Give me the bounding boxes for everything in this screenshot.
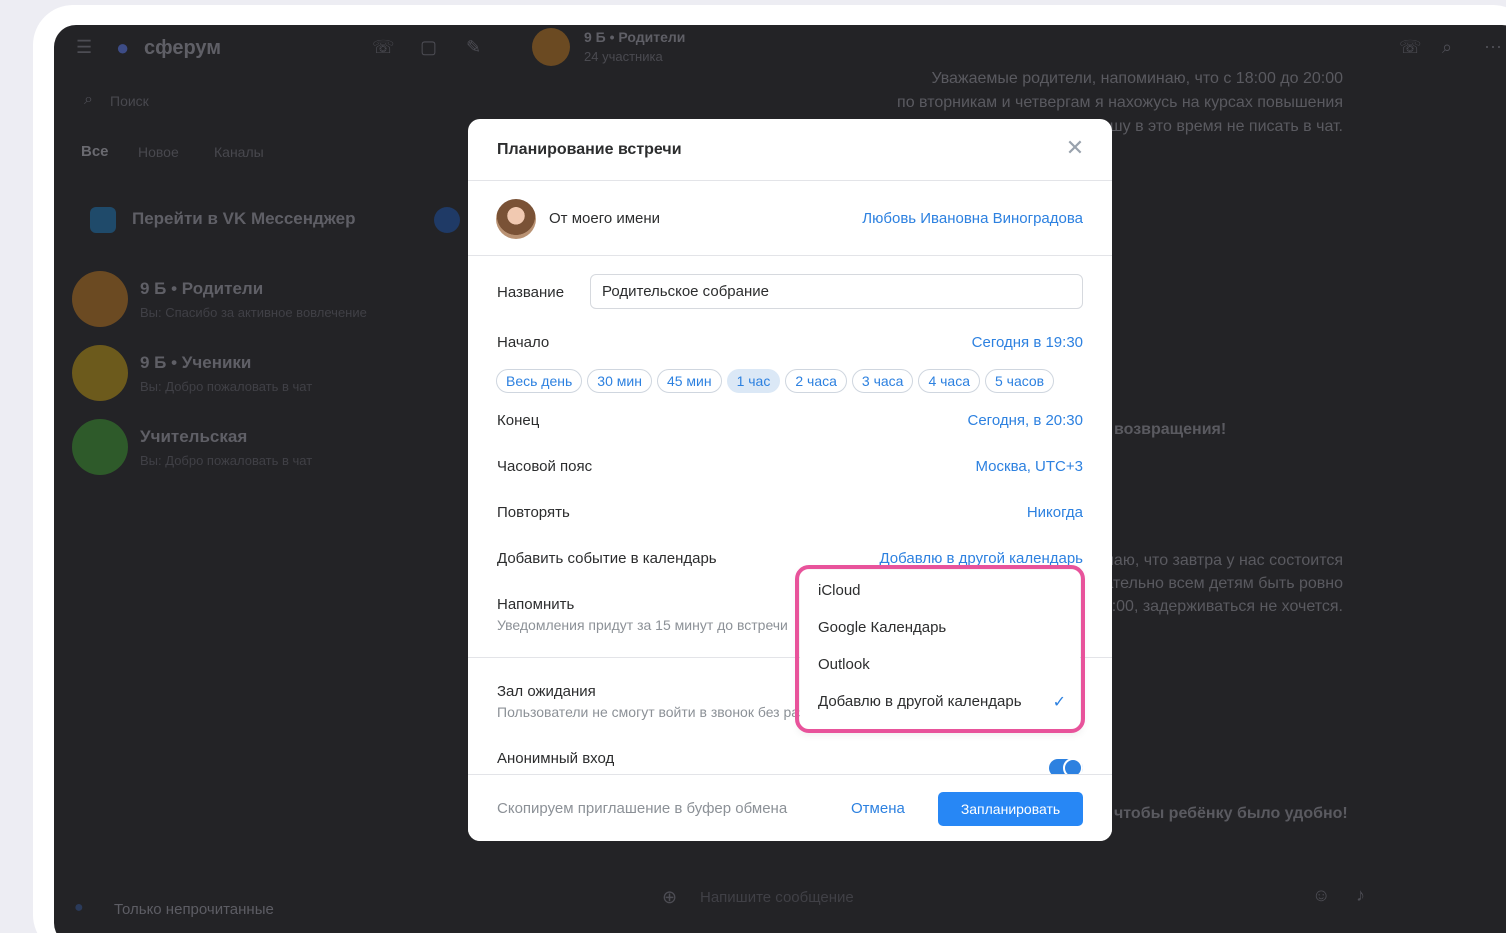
chip-3-hours[interactable]: 3 часа (851, 369, 914, 393)
chat-avatar (72, 271, 128, 327)
schedule-meeting-dialog: Планирование встречи ✕ От моего имени Лю… (468, 119, 1112, 841)
chat-title[interactable]: 9 Б • Родители (140, 279, 263, 299)
calendar-option-outlook[interactable]: Outlook (818, 656, 870, 673)
chat-avatar (72, 419, 128, 475)
calendar-value[interactable]: Добавлю в другой календарь (879, 550, 1083, 567)
organizer-name-link[interactable]: Любовь Ивановна Виноградова (862, 210, 1083, 227)
calendar-option-google[interactable]: Google Календарь (818, 619, 946, 636)
organizer-label: От моего имени (549, 210, 661, 227)
end-label: Конец (497, 412, 540, 429)
message-line: возвращения! (1114, 421, 1227, 438)
close-icon[interactable]: ✕ (1064, 137, 1086, 159)
emoji-icon[interactable]: ☺ (1312, 885, 1330, 906)
vk-banner[interactable]: Перейти в VK Мессенджер (132, 209, 355, 229)
chip-4-hours[interactable]: 4 часа (918, 369, 980, 393)
timezone-value[interactable]: Москва, UTC+3 (976, 458, 1083, 475)
phone-icon[interactable]: ☏ (1399, 37, 1422, 58)
chat-preview: Вы: Добро пожаловать в чат (140, 453, 313, 468)
message-line: в 9:00, задерживаться не хочется. (1089, 598, 1343, 615)
search-icon[interactable]: ⌕ (1442, 37, 1452, 58)
message-line: по вторникам и четвергам я нахожусь на к… (897, 94, 1343, 111)
chip-all-day[interactable]: Весь день (496, 369, 583, 393)
calendar-option-icloud[interactable]: iCloud (818, 582, 861, 599)
check-icon: ✓ (1052, 694, 1066, 711)
more-icon[interactable]: ⋯ (1484, 37, 1502, 58)
search-input[interactable]: Поиск (110, 93, 149, 109)
chip-1-hour[interactable]: 1 час (726, 369, 781, 393)
tab-channels[interactable]: Каналы (214, 144, 264, 160)
start-label: Начало (497, 334, 550, 351)
menu-icon[interactable]: ☰ (76, 37, 92, 58)
repeat-value[interactable]: Никогда (1027, 504, 1083, 521)
remind-label: Напомнить (497, 596, 575, 613)
dialog-title: Планирование встречи (497, 141, 682, 158)
dialog-footer: Скопируем приглашение в буфер обмена Отм… (468, 774, 1112, 841)
sferum-logo-icon: ● (116, 35, 130, 60)
tab-all[interactable]: Все (81, 143, 109, 160)
vk-messenger-icon (90, 207, 116, 233)
microphone-icon[interactable]: ♪ (1356, 885, 1365, 906)
organizer-avatar (496, 199, 536, 239)
chip-45-min[interactable]: 45 мин (656, 369, 722, 393)
chat-preview: Вы: Добро пожаловать в чат (140, 379, 313, 394)
unread-only-toggle[interactable]: Только непрочитанные (114, 901, 274, 918)
chip-30-min[interactable]: 30 мин (587, 369, 652, 393)
copy-invite-hint: Скопируем приглашение в буфер обмена (497, 800, 788, 817)
chat-title[interactable]: Учительская (140, 427, 247, 447)
start-value[interactable]: Сегодня в 19:30 (972, 334, 1083, 351)
chat-header-subtitle: 24 участника (584, 49, 663, 64)
name-label: Название (497, 284, 565, 301)
calendar-label: Добавить событие в календарь (497, 550, 717, 567)
chip-5-hours[interactable]: 5 часов (984, 369, 1055, 393)
attach-icon[interactable]: ⊕ (662, 887, 677, 908)
chip-2-hours[interactable]: 2 часа (785, 369, 847, 393)
chat-avatar (72, 345, 128, 401)
end-value[interactable]: Сегодня, в 20:30 (968, 412, 1084, 429)
cancel-button[interactable]: Отмена (851, 800, 905, 817)
chat-preview: Вы: Спасибо за активное вовлечение (140, 305, 367, 320)
search-small-icon: ⌕ (84, 91, 93, 108)
brand-name: сферум (144, 37, 222, 59)
timezone-label: Часовой пояс (497, 458, 593, 475)
banner-badge (434, 207, 460, 233)
repeat-label: Повторять (497, 504, 570, 521)
message-line: Уважаемые родители, напоминаю, что с 18:… (931, 70, 1343, 87)
calendar-dropdown: iCloud Google Календарь Outlook Добавлю … (800, 570, 1080, 730)
filter-icon: ● (74, 899, 84, 916)
chat-avatar (532, 28, 570, 66)
message-input[interactable]: Напишите сообщение (700, 889, 854, 906)
calendar-option-other[interactable]: Добавлю в другой календарь (818, 693, 1022, 710)
chat-header-title: 9 Б • Родители (584, 29, 686, 45)
dialog-header: Планирование встречи ✕ (468, 119, 1112, 181)
waiting-room-label: Зал ожидания (497, 683, 596, 700)
chat-title[interactable]: 9 Б • Ученики (140, 353, 251, 373)
call-icon[interactable]: ☏ (372, 37, 395, 58)
meeting-name-input[interactable] (590, 274, 1083, 309)
divider (468, 255, 1112, 256)
compose-icon[interactable]: ✎ (466, 37, 481, 58)
duration-chips: Весь день 30 мин 45 мин 1 час 2 часа 3 ч… (496, 369, 1055, 393)
remind-description: Уведомления придут за 15 минут до встреч… (497, 617, 788, 633)
tab-new[interactable]: Новое (138, 144, 179, 160)
anonymous-entry-label: Анонимный вход (497, 750, 615, 767)
message-line: чтобы ребёнку было удобно! (1114, 805, 1348, 822)
calendar-icon[interactable]: ▢ (420, 37, 437, 58)
schedule-button[interactable]: Запланировать (938, 792, 1083, 826)
